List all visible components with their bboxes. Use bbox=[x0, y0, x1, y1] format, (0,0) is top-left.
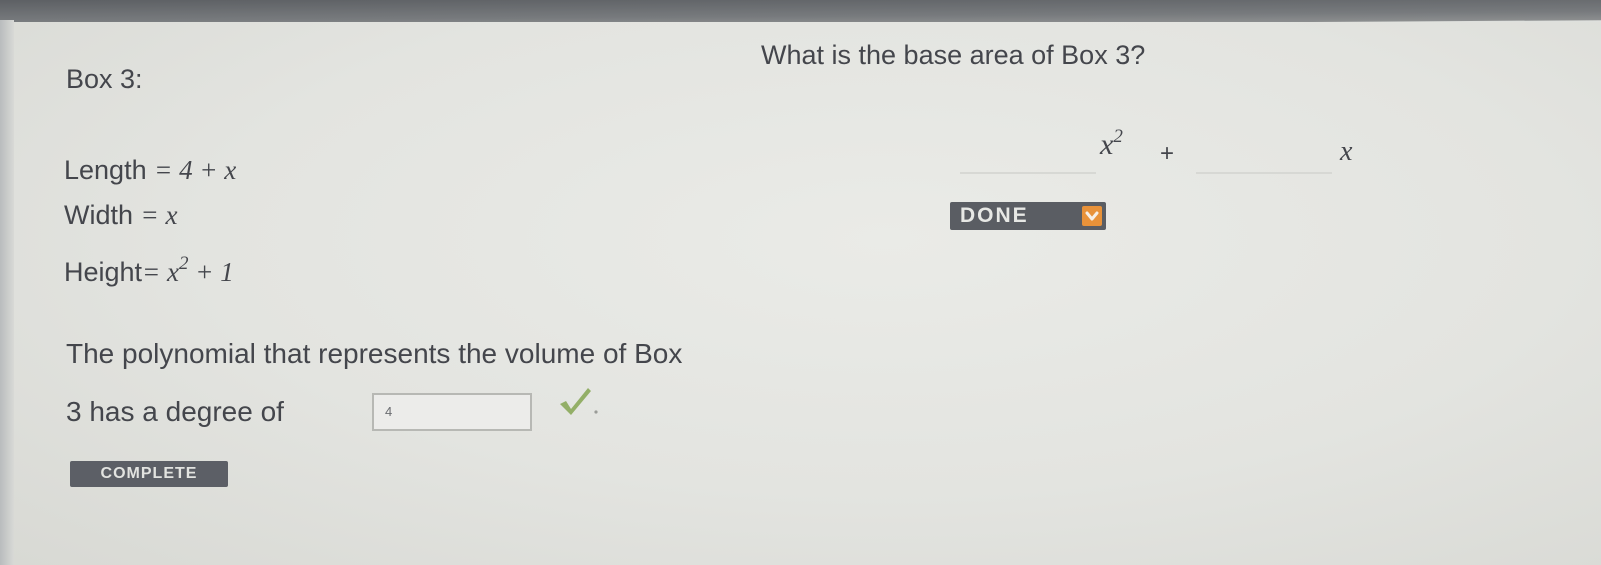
x-term: x bbox=[1340, 136, 1353, 167]
length-expression: = 4 + x bbox=[154, 155, 237, 185]
width-line: Width = x bbox=[64, 200, 178, 231]
length-line: Length = 4 + x bbox=[64, 155, 236, 186]
width-label: Width bbox=[64, 200, 134, 230]
box-title: Box 3: bbox=[66, 64, 143, 94]
x-squared-exponent: 2 bbox=[1113, 126, 1123, 147]
height-label: Height bbox=[64, 257, 143, 287]
base-area-question: What is the base area of Box 3? bbox=[761, 40, 1146, 70]
height-line: Height= x2 + 1 bbox=[64, 253, 234, 288]
height-expression-base: = x bbox=[142, 257, 180, 287]
height-exponent: 2 bbox=[179, 253, 189, 274]
width-expression: = x bbox=[140, 200, 178, 230]
left-edge bbox=[0, 20, 14, 565]
done-label: DONE bbox=[960, 204, 1029, 227]
degree-answer-input[interactable]: 4 bbox=[372, 393, 532, 431]
degree-question-line1: The polynomial that represents the volum… bbox=[66, 338, 683, 369]
length-label: Length bbox=[64, 155, 147, 185]
worksheet-page bbox=[14, 22, 1601, 565]
coefficient-input-2[interactable] bbox=[1196, 128, 1332, 174]
degree-question-line2: 3 has a degree of bbox=[66, 396, 284, 427]
done-button[interactable]: DONE bbox=[950, 202, 1106, 230]
plus-sign: + bbox=[1160, 140, 1175, 167]
coefficient-input-1[interactable] bbox=[960, 128, 1096, 174]
x-squared-term: x2 bbox=[1100, 126, 1123, 162]
x-squared-var: x bbox=[1100, 128, 1114, 161]
height-expression-tail: + 1 bbox=[188, 257, 234, 287]
check-icon bbox=[556, 384, 600, 423]
chevron-down-icon bbox=[1082, 206, 1102, 226]
status-badge: COMPLETE bbox=[70, 461, 228, 487]
